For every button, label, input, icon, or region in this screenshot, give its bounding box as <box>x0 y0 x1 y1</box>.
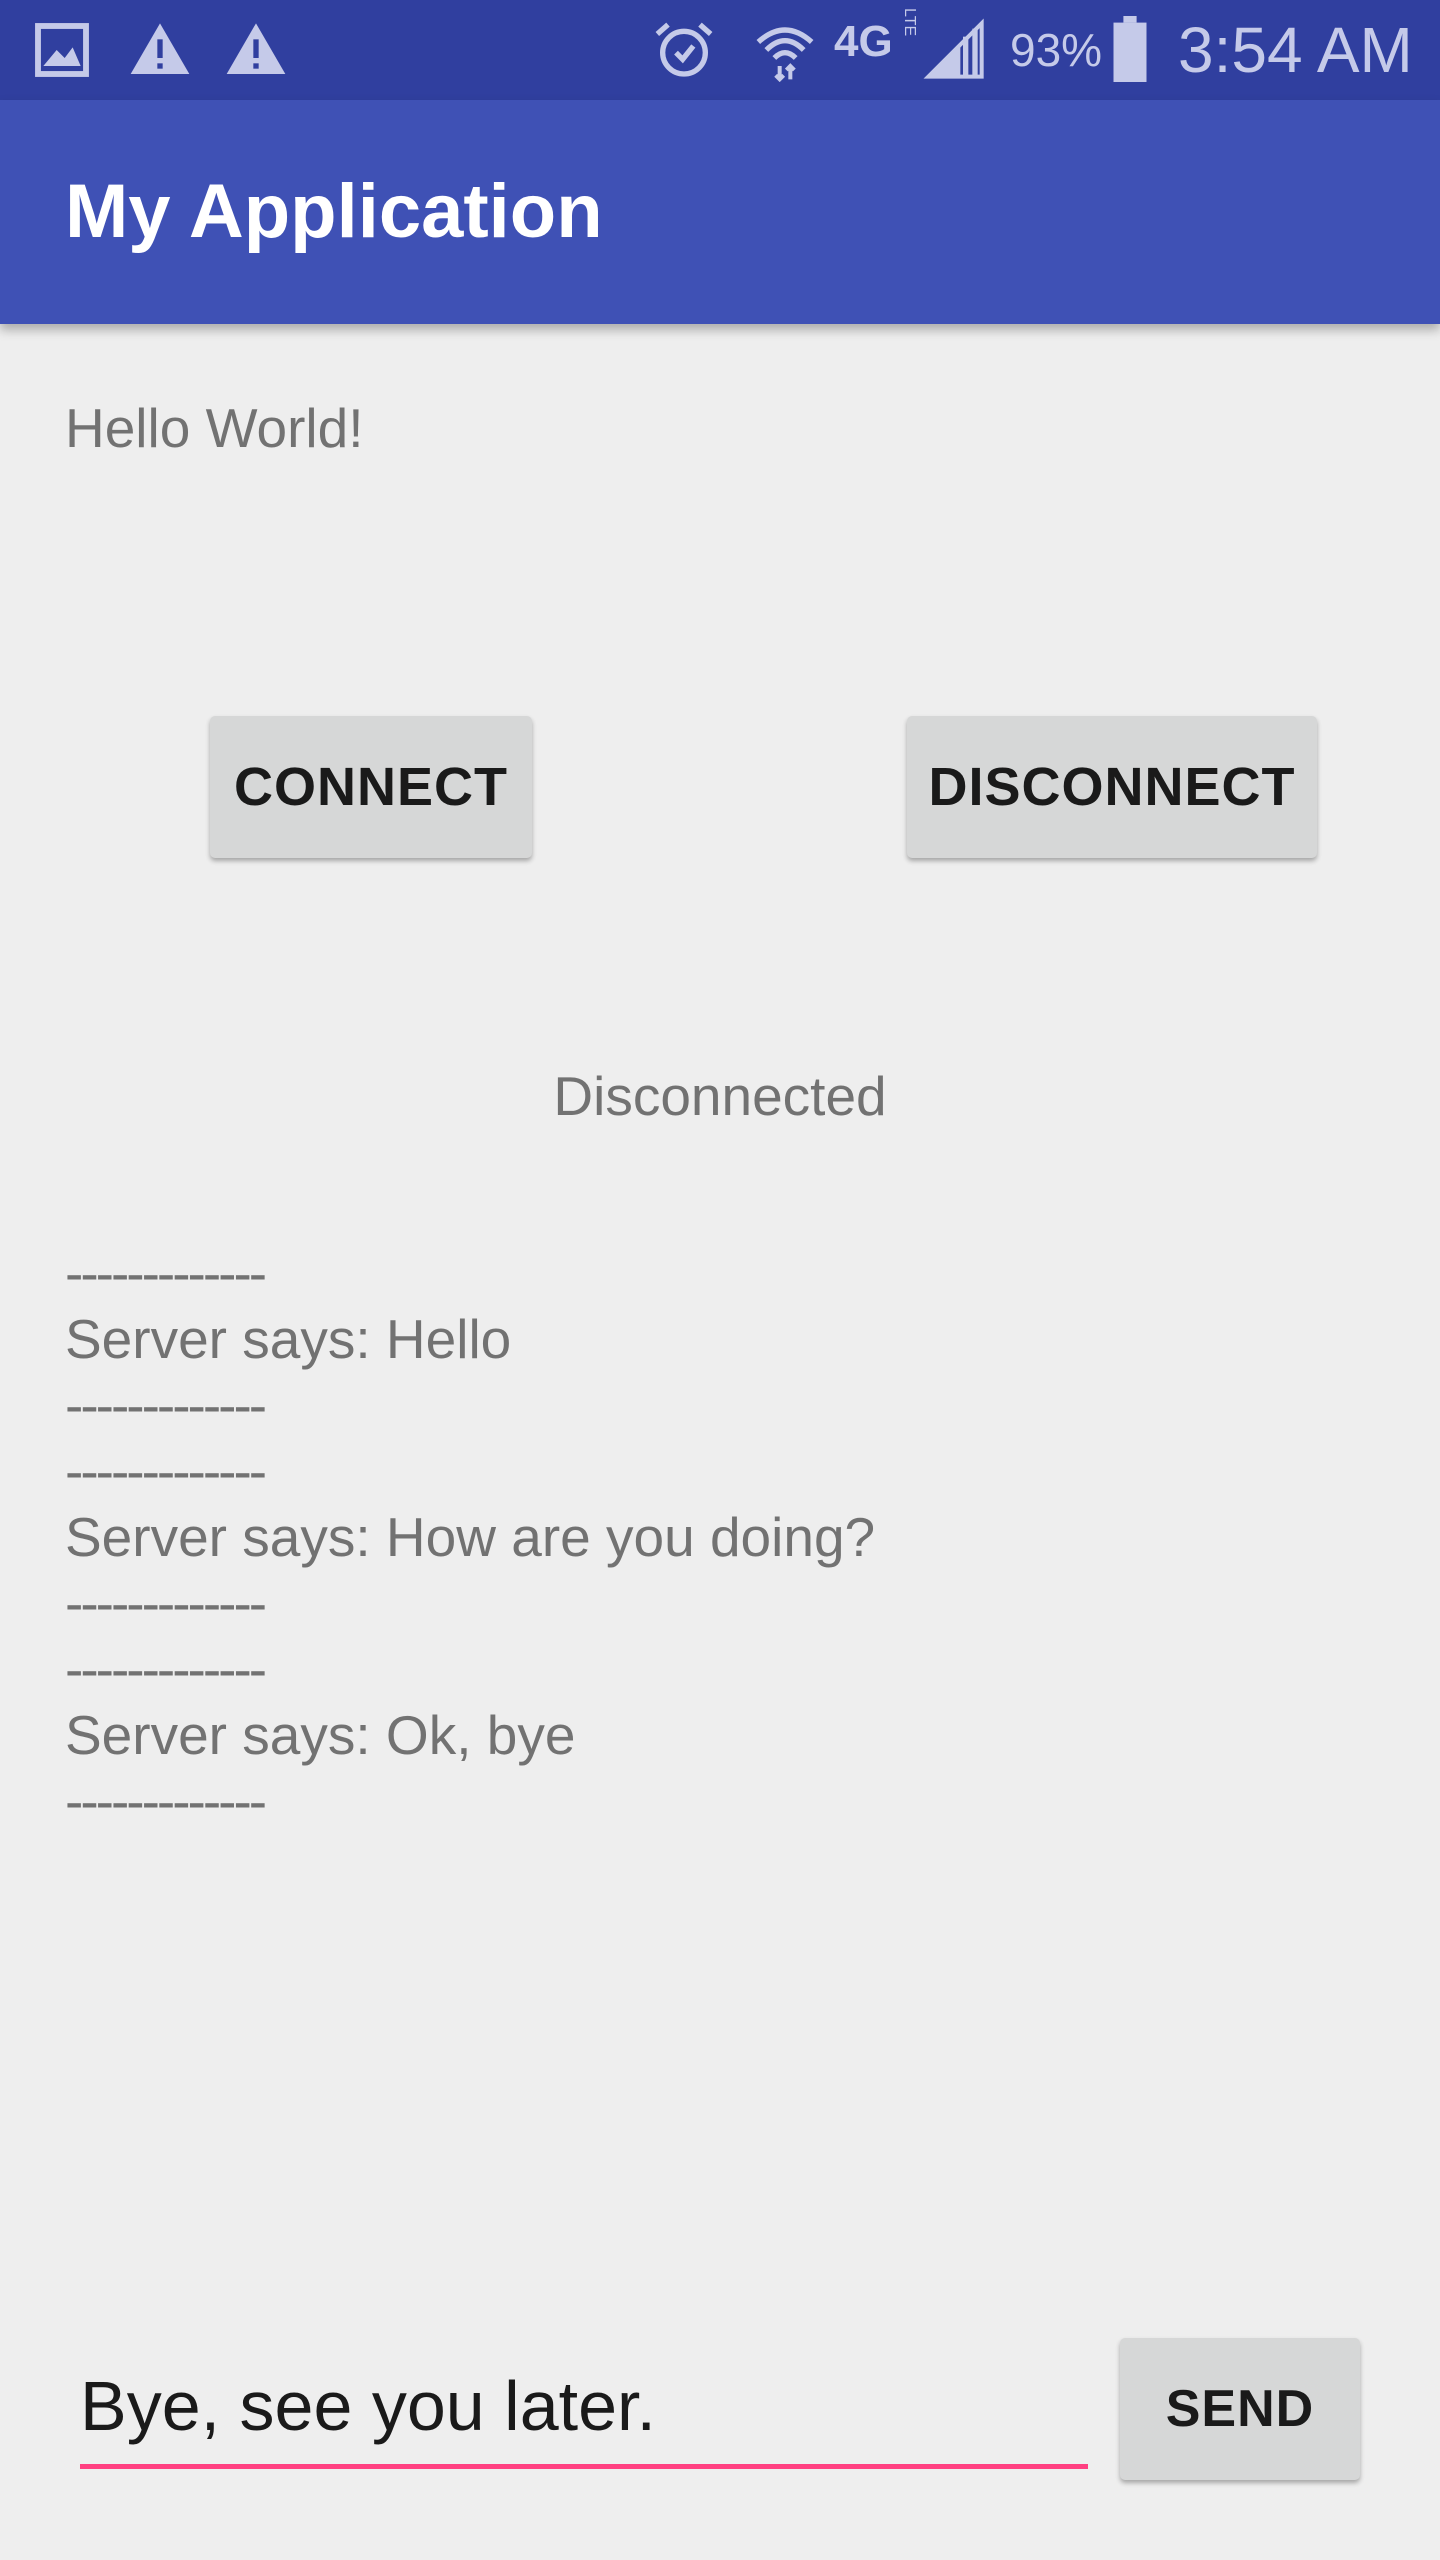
log-line: Server says: How are you doing? <box>65 1506 876 1568</box>
log-separator: ------------- <box>65 1770 267 1832</box>
warning-icon <box>130 23 190 74</box>
warning-icon <box>226 23 286 74</box>
app-title: My Application <box>65 169 603 254</box>
network-subtype: LTE <box>901 8 918 37</box>
signal-icon <box>923 18 984 79</box>
log-separator: ------------- <box>65 1572 267 1634</box>
log-separator: ------------- <box>65 1374 267 1436</box>
log-line: Server says: Hello <box>65 1308 512 1370</box>
log-separator: ------------- <box>65 1242 267 1304</box>
gallery-icon <box>35 23 89 77</box>
battery-icon <box>1113 16 1147 82</box>
server-log: ------------- Server says: Hello -------… <box>65 1240 1365 1834</box>
log-separator: ------------- <box>65 1638 267 1700</box>
network-type: 4G <box>834 17 893 66</box>
disconnect-button[interactable]: DISCONNECT <box>907 716 1317 858</box>
wifi-icon <box>756 27 814 82</box>
message-input[interactable] <box>80 2360 1088 2452</box>
send-button[interactable]: SEND <box>1120 2338 1360 2480</box>
alarm-icon <box>655 22 713 77</box>
greeting-text: Hello World! <box>65 397 364 459</box>
message-field-container <box>80 2360 1088 2469</box>
log-line: Server says: Ok, bye <box>65 1704 576 1766</box>
battery-percent: 93% <box>1010 24 1103 76</box>
status-clock: 3:54 AM <box>1178 14 1413 86</box>
status-bar: 4G LTE 93% 3:54 AM <box>0 0 1440 100</box>
connection-status: Disconnected <box>553 1065 887 1127</box>
app-bar: My Application <box>0 100 1440 324</box>
connect-button[interactable]: CONNECT <box>210 716 532 858</box>
log-separator: ------------- <box>65 1440 267 1502</box>
